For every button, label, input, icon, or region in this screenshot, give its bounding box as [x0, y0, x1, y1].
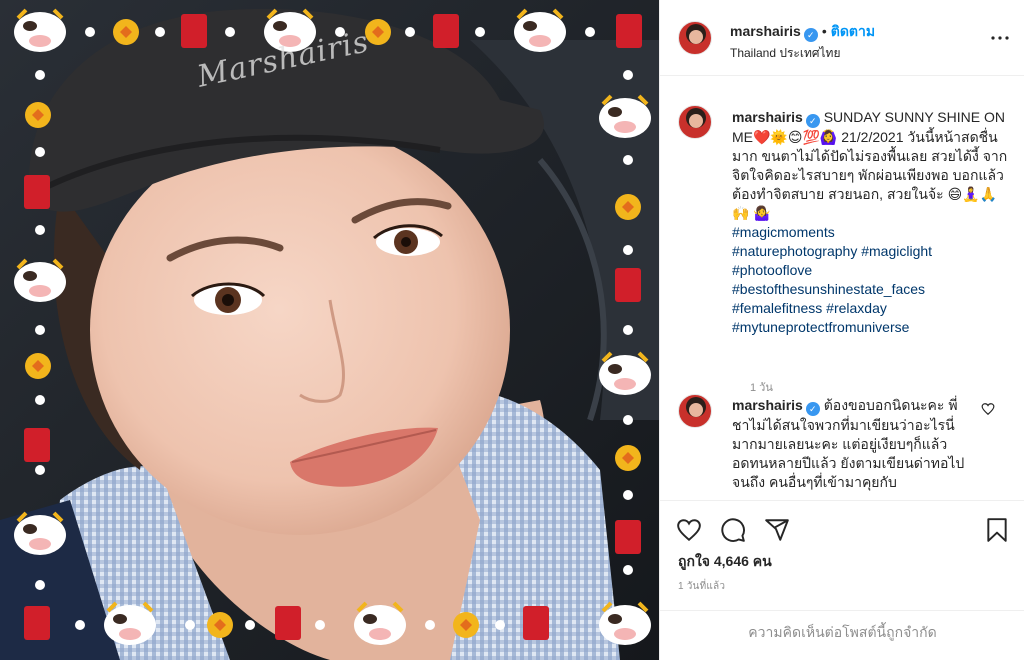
author-avatar[interactable]: [678, 21, 712, 55]
hashtag-link[interactable]: #bestofthesunshinestate_faces: [732, 280, 1012, 299]
post-actions: ถูกใจ 4,646 คน 1 วันที่แล้ว ความคิดเห็นต…: [660, 500, 1024, 660]
caption-avatar[interactable]: [678, 105, 712, 139]
verified-badge-icon: ✓: [805, 402, 820, 416]
author-username[interactable]: marshairis: [730, 23, 801, 39]
likes-count[interactable]: ถูกใจ 4,646 คน: [678, 551, 772, 573]
header-separator: •: [821, 23, 827, 39]
caption-time[interactable]: 1 วัน: [750, 378, 773, 396]
verified-badge-icon: ✓: [805, 114, 820, 128]
caption-body: marshairis ✓ SUNDAY SUNNY SHINE ON ME❤️🌞😊…: [732, 108, 1012, 337]
post-timestamp[interactable]: 1 วันที่แล้ว: [678, 579, 725, 594]
post-header: marshairis ✓ • ติดตาม Thailand ประเทศไทย: [660, 0, 1024, 76]
hashtag-link[interactable]: #photooflove: [732, 261, 1012, 280]
share-icon[interactable]: [764, 517, 790, 548]
comment-avatar[interactable]: [678, 394, 712, 428]
small-heart-icon[interactable]: [981, 402, 995, 421]
caption-username[interactable]: marshairis: [732, 109, 803, 125]
verified-badge-icon: ✓: [803, 28, 818, 42]
hashtag-link[interactable]: #naturephotography #magiclight: [732, 242, 1012, 261]
heart-icon[interactable]: [676, 517, 702, 548]
post-photo[interactable]: Marshairis: [0, 0, 659, 660]
hashtag-link[interactable]: #mytuneprotectfromuniverse: [732, 318, 1012, 337]
comment-body: marshairis ✓ ต้องขอบอกนิดนะคะ พี่ชาไม่ได้…: [732, 396, 968, 492]
comments-limited-notice: ความคิดเห็นต่อโพสต์นี้ถูกจำกัด: [660, 610, 1024, 660]
post-location[interactable]: Thailand ประเทศไทย: [730, 44, 840, 63]
comment-username[interactable]: marshairis: [732, 397, 803, 413]
bookmark-icon[interactable]: [984, 517, 1010, 548]
header-user-line: marshairis ✓ • ติดตาม: [730, 21, 875, 43]
post-side-panel: marshairis ✓ • ติดตาม Thailand ประเทศไทย ma…: [659, 0, 1024, 660]
caption-text: SUNDAY SUNNY SHINE ON ME❤️🌞😊💯🙆‍♀️ 21/2/2…: [732, 109, 1008, 221]
comment-icon[interactable]: [720, 517, 746, 548]
hashtag-link[interactable]: #magicmoments: [732, 223, 1012, 242]
follow-button[interactable]: ติดตาม: [831, 23, 875, 39]
selfie-image: [0, 0, 659, 660]
comments-scroll-area[interactable]: marshairis ✓ SUNDAY SUNNY SHINE ON ME❤️🌞😊…: [660, 77, 1024, 499]
hashtag-link[interactable]: #femalefitness #relaxday: [732, 299, 1012, 318]
more-options-icon[interactable]: [988, 26, 1012, 50]
